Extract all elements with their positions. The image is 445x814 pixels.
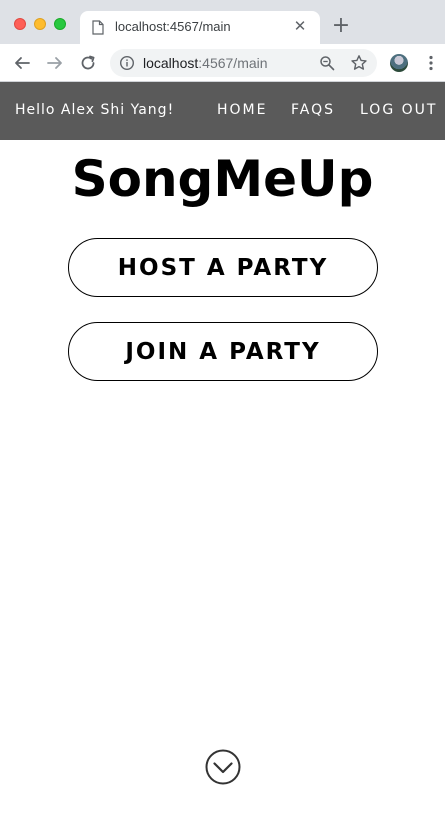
site-nav: Hello Alex Shi Yang! HOME FAQS LOG OUT: [0, 82, 445, 140]
maximize-window-button[interactable]: [54, 18, 66, 30]
host-party-button[interactable]: HOST A PARTY: [68, 238, 378, 297]
url-path: :4567/main: [198, 55, 268, 71]
forward-icon[interactable]: [45, 53, 65, 73]
tab-title: localhost:4567/main: [115, 19, 231, 34]
greeting-text: Hello Alex Shi Yang!: [15, 102, 175, 118]
zoom-icon[interactable]: [319, 55, 335, 71]
page-title: SongMeUp: [71, 150, 374, 208]
browser-tab-strip: localhost:4567/main ✕ +: [0, 0, 445, 44]
new-tab-button[interactable]: +: [331, 15, 351, 37]
star-icon[interactable]: [350, 54, 368, 72]
url-text[interactable]: localhost:4567/main: [143, 55, 268, 71]
nav-link-logout[interactable]: LOG OUT: [360, 102, 437, 118]
join-party-button[interactable]: JOIN A PARTY: [68, 322, 378, 381]
address-bar[interactable]: localhost:4567/main: [110, 49, 377, 77]
nav-link-home[interactable]: HOME: [217, 102, 267, 118]
close-window-button[interactable]: [14, 18, 26, 30]
profile-avatar[interactable]: [390, 54, 408, 72]
menu-dots-icon[interactable]: [428, 55, 434, 71]
nav-link-faqs[interactable]: FAQS: [291, 102, 335, 118]
browser-toolbar: localhost:4567/main: [0, 44, 445, 82]
back-icon[interactable]: [12, 53, 32, 73]
info-icon[interactable]: [119, 55, 135, 71]
reload-icon[interactable]: [78, 53, 98, 73]
url-host: localhost: [143, 55, 199, 71]
browser-tab[interactable]: localhost:4567/main ✕: [80, 11, 320, 44]
minimize-window-button[interactable]: [34, 18, 46, 30]
chevron-down-circle-icon[interactable]: [205, 749, 241, 785]
document-icon: [92, 20, 104, 35]
close-tab-icon[interactable]: ✕: [292, 19, 308, 35]
